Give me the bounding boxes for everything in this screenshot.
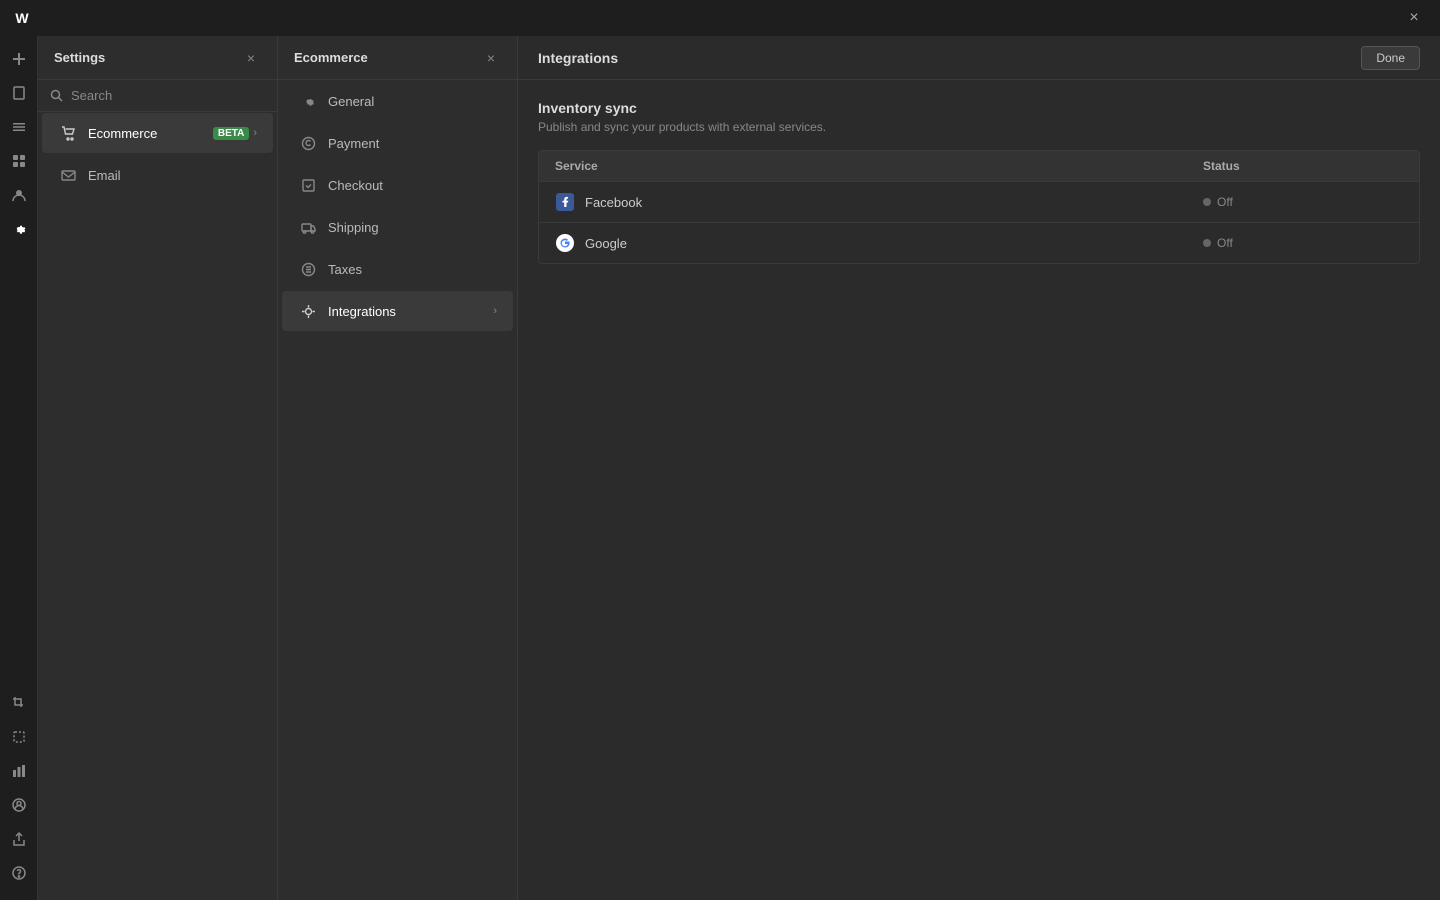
ecommerce-item-taxes[interactable]: Taxes xyxy=(282,249,513,289)
settings-panel-header: Settings × xyxy=(38,36,277,80)
taxes-icon xyxy=(298,259,318,279)
ecommerce-panel-close[interactable]: × xyxy=(481,48,501,68)
crop-icon[interactable] xyxy=(4,688,34,718)
google-status-cell: Off xyxy=(1203,236,1403,250)
equalizer-icon[interactable] xyxy=(4,756,34,786)
shipping-label: Shipping xyxy=(328,220,497,235)
payment-label: Payment xyxy=(328,136,497,151)
layers-icon[interactable] xyxy=(4,112,34,142)
ecommerce-chevron: › xyxy=(253,127,257,139)
settings-icon[interactable] xyxy=(4,214,34,244)
table-row-google[interactable]: Google Off xyxy=(539,223,1419,263)
integrations-panel: Integrations Done Inventory sync Publish… xyxy=(518,36,1440,900)
ecommerce-item-integrations[interactable]: Integrations › xyxy=(282,291,513,331)
sidebar-item-email[interactable]: Email xyxy=(42,155,273,195)
title-bar: W × xyxy=(0,0,1440,36)
google-label: Google xyxy=(585,236,627,251)
icon-sidebar xyxy=(0,36,38,900)
email-icon xyxy=(58,165,78,185)
add-icon[interactable] xyxy=(4,44,34,74)
checkout-icon xyxy=(298,175,318,195)
table-header: Service Status xyxy=(539,151,1419,182)
ecommerce-panel-header: Ecommerce × xyxy=(278,36,517,80)
sidebar-bottom xyxy=(4,688,34,892)
integrations-label: Integrations xyxy=(328,304,489,319)
done-button[interactable]: Done xyxy=(1361,46,1420,70)
share-icon[interactable] xyxy=(4,824,34,854)
email-label: Email xyxy=(88,168,257,183)
main-layout: Settings × Ecommerce BETA › Email xyxy=(0,36,1440,900)
integrations-header: Integrations Done xyxy=(518,36,1440,80)
sidebar-item-ecommerce[interactable]: Ecommerce BETA › xyxy=(42,113,273,153)
integrations-title: Integrations xyxy=(538,50,1361,66)
select-icon[interactable] xyxy=(4,722,34,752)
ecommerce-icon xyxy=(58,123,78,143)
facebook-status-cell: Off xyxy=(1203,195,1403,209)
facebook-label: Facebook xyxy=(585,195,642,210)
settings-panel-title: Settings xyxy=(54,50,241,65)
payment-icon xyxy=(298,133,318,153)
google-icon xyxy=(555,233,575,253)
search-input[interactable] xyxy=(71,88,265,103)
settings-panel: Settings × Ecommerce BETA › Email xyxy=(38,36,278,900)
service-table: Service Status Facebook Off xyxy=(538,150,1420,264)
facebook-service-cell: Facebook xyxy=(555,192,1203,212)
google-status: Off xyxy=(1217,236,1233,250)
search-bar xyxy=(38,80,277,112)
taxes-label: Taxes xyxy=(328,262,497,277)
window-close-button[interactable]: × xyxy=(1400,4,1428,32)
general-icon xyxy=(298,91,318,111)
table-row-facebook[interactable]: Facebook Off xyxy=(539,182,1419,223)
checkout-label: Checkout xyxy=(328,178,497,193)
ecommerce-item-checkout[interactable]: Checkout xyxy=(282,165,513,205)
status-header: Status xyxy=(1203,159,1403,173)
integrations-content: Inventory sync Publish and sync your pro… xyxy=(518,80,1440,900)
user-circle-icon[interactable] xyxy=(4,790,34,820)
ecommerce-item-payment[interactable]: Payment xyxy=(282,123,513,163)
pages-icon[interactable] xyxy=(4,78,34,108)
settings-panel-close[interactable]: × xyxy=(241,48,261,68)
shipping-icon xyxy=(298,217,318,237)
ecommerce-panel-title: Ecommerce xyxy=(294,50,481,65)
general-label: General xyxy=(328,94,497,109)
ecommerce-badge: BETA xyxy=(213,127,249,140)
app-logo: W xyxy=(12,8,32,28)
google-service-cell: Google xyxy=(555,233,1203,253)
facebook-status: Off xyxy=(1217,195,1233,209)
ecommerce-label: Ecommerce xyxy=(88,126,207,141)
search-icon xyxy=(50,89,63,102)
components-icon[interactable] xyxy=(4,146,34,176)
section-title: Inventory sync xyxy=(538,100,1420,116)
help-icon[interactable] xyxy=(4,858,34,888)
ecommerce-item-shipping[interactable]: Shipping xyxy=(282,207,513,247)
google-status-dot xyxy=(1203,239,1211,247)
service-header: Service xyxy=(555,159,1203,173)
integrations-chevron: › xyxy=(493,305,497,317)
facebook-icon xyxy=(555,192,575,212)
ecommerce-item-general[interactable]: General xyxy=(282,81,513,121)
facebook-status-dot xyxy=(1203,198,1211,206)
integrations-icon xyxy=(298,301,318,321)
section-subtitle: Publish and sync your products with exte… xyxy=(538,120,1420,134)
contacts-icon[interactable] xyxy=(4,180,34,210)
ecommerce-panel: Ecommerce × General Payment Checkout xyxy=(278,36,518,900)
